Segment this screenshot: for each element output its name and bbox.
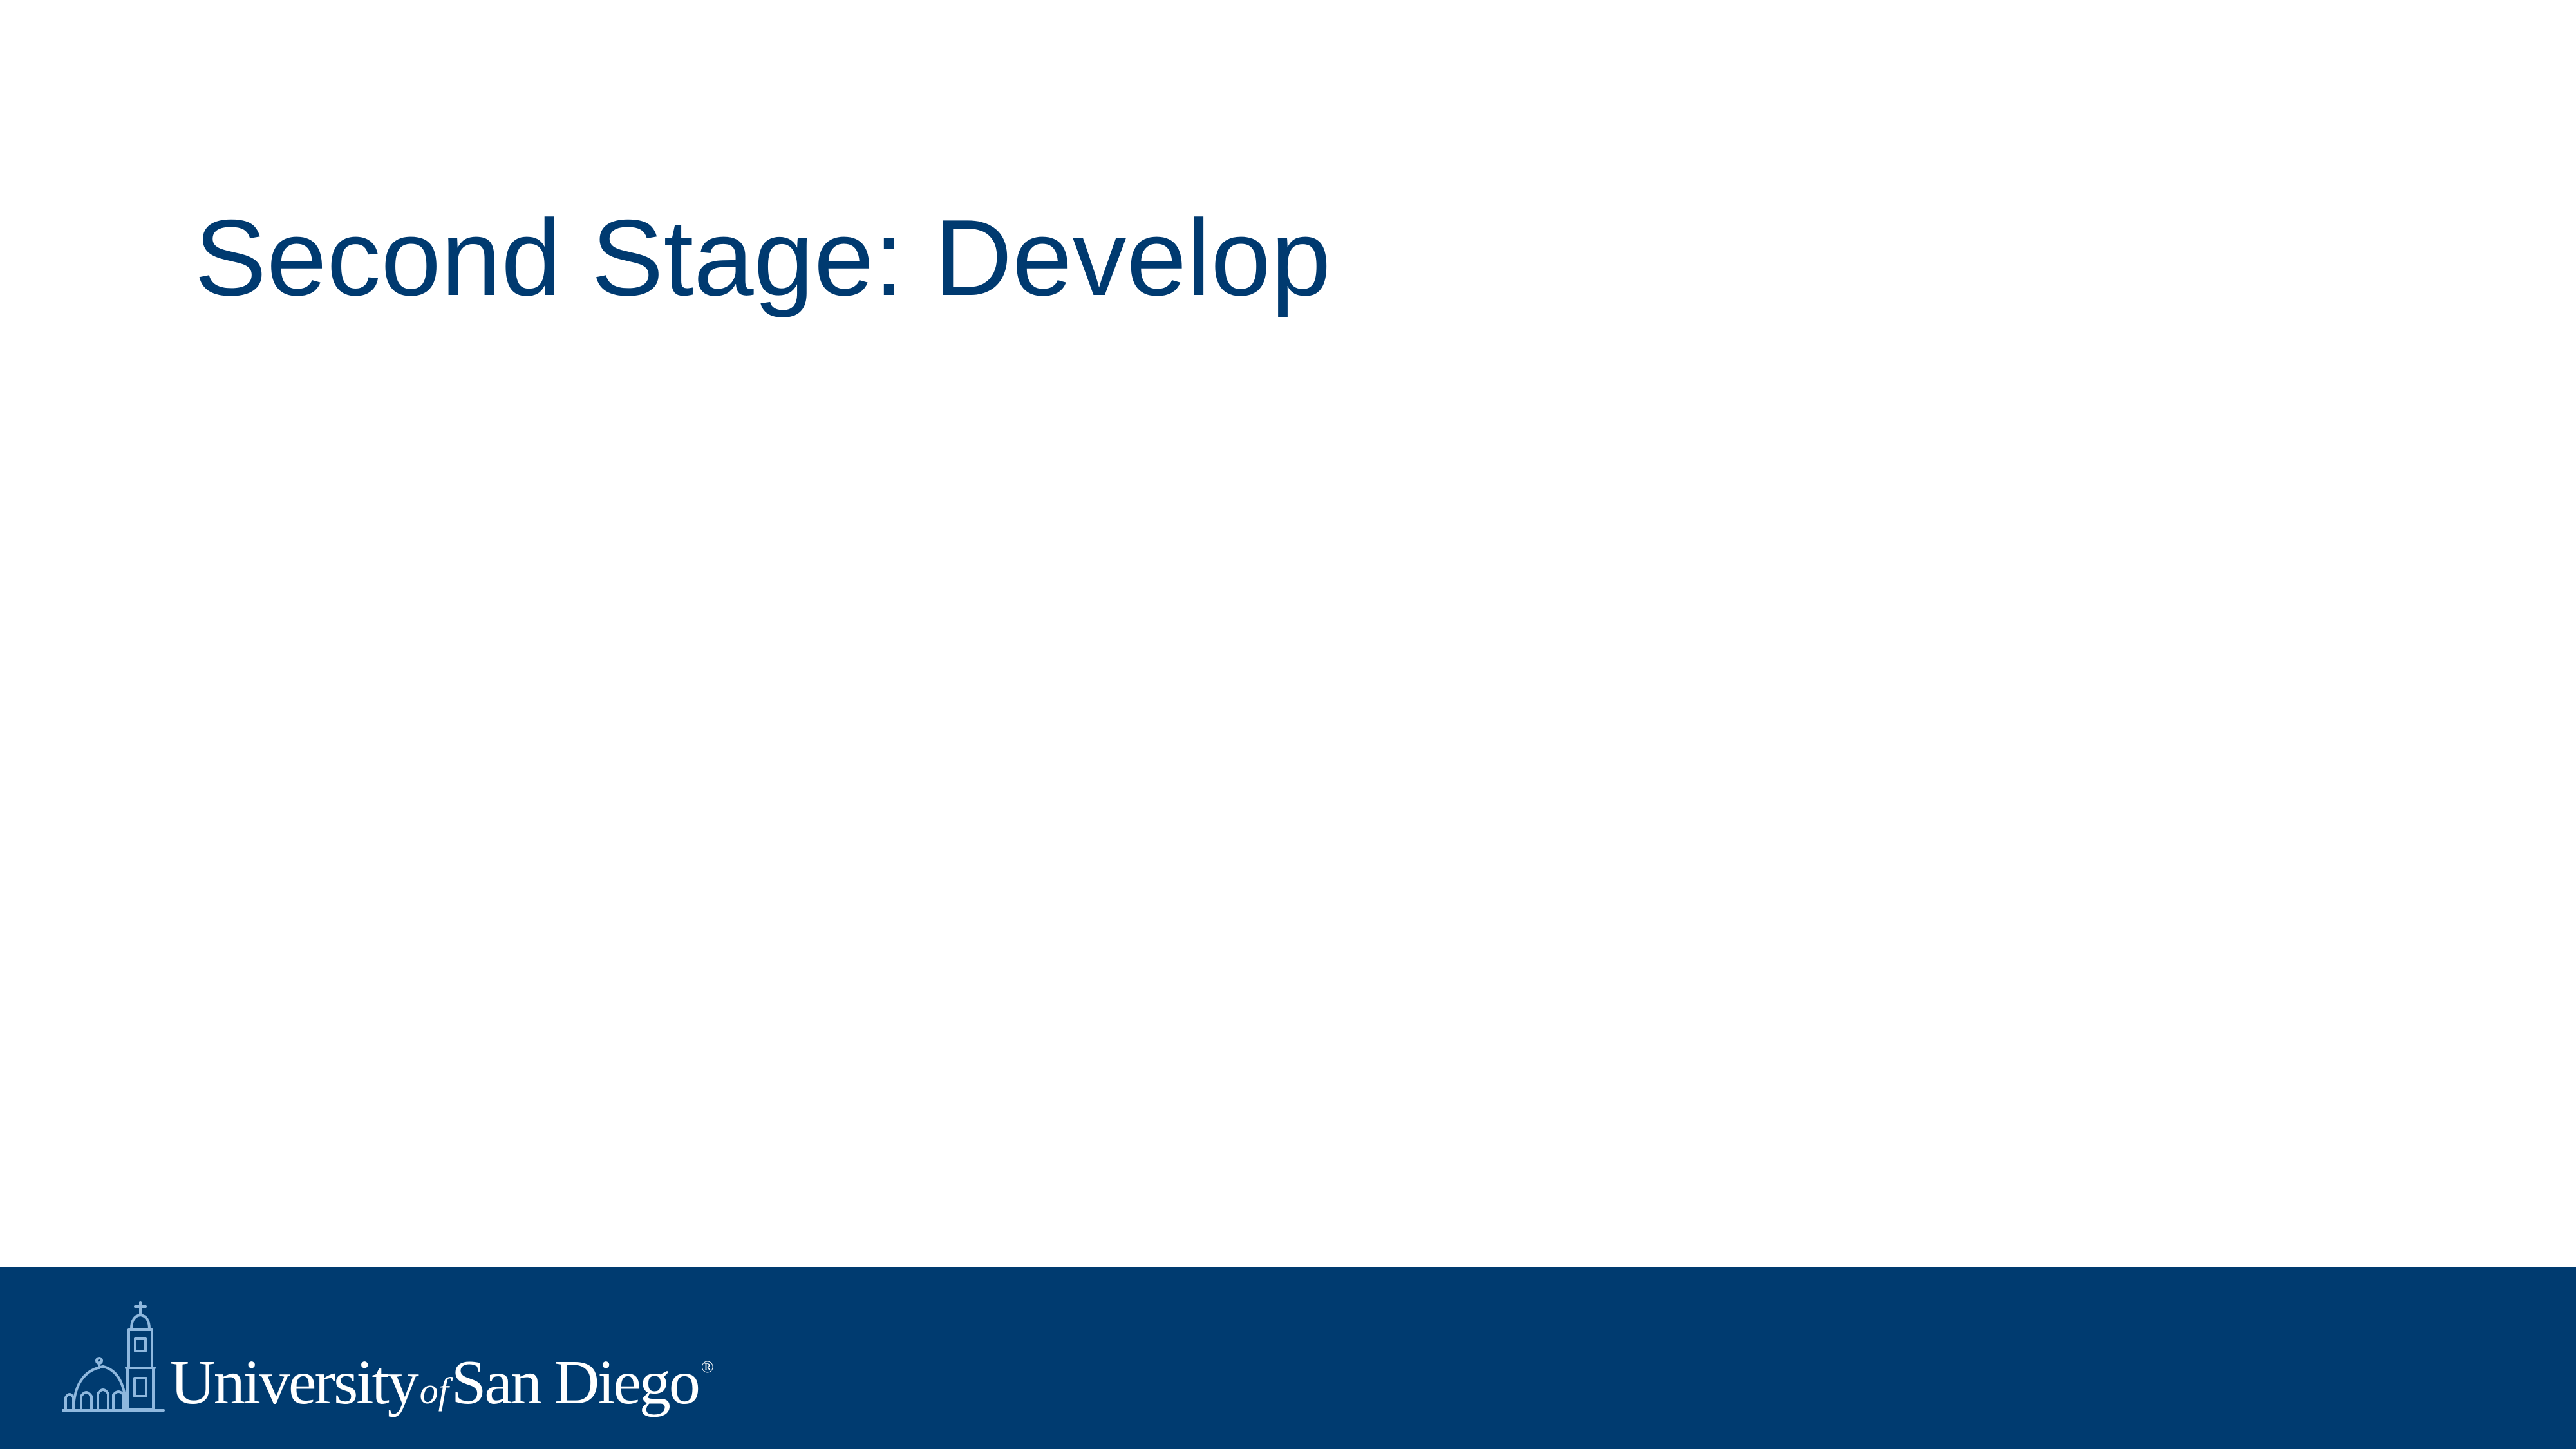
wordmark-of: of — [419, 1370, 449, 1412]
university-wordmark: UniversityofSan Diego ® — [170, 1351, 714, 1414]
registered-mark: ® — [700, 1358, 714, 1376]
wordmark-san-diego: San Diego — [451, 1348, 700, 1417]
mission-church-icon — [62, 1301, 165, 1412]
wordmark-university: University — [170, 1348, 419, 1417]
slide-title: Second Stage: Develop — [194, 197, 1331, 318]
slide: Second Stage: Develop UniversityofSan Di… — [0, 0, 2576, 1449]
university-logo: UniversityofSan Diego ® — [62, 1301, 714, 1430]
